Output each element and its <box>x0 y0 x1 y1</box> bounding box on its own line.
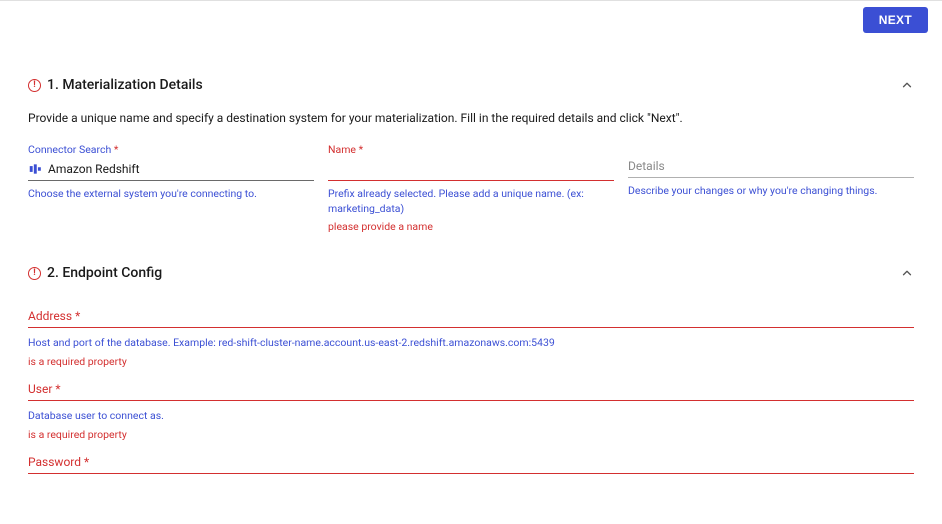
content-area: ! 1. Materialization Details Provide a u… <box>0 77 942 494</box>
chevron-up-icon[interactable] <box>900 78 914 92</box>
name-text-input[interactable] <box>328 162 614 176</box>
chevron-up-icon[interactable] <box>900 266 914 280</box>
connector-search-input[interactable]: Amazon Redshift <box>28 160 314 181</box>
field-helper: Prefix already selected. Please add a un… <box>328 187 614 216</box>
field-error: is a required property <box>28 355 914 368</box>
details-field: Details Describe your changes or why you… <box>628 143 914 235</box>
user-field: User * Database user to connect as. is a… <box>28 382 914 441</box>
section-description: Provide a unique name and specify a dest… <box>28 111 914 125</box>
field-label: Password * <box>28 455 914 473</box>
alert-icon: ! <box>28 79 41 92</box>
field-label: Name * <box>328 143 614 156</box>
details-placeholder: Details <box>628 159 665 173</box>
connector-value: Amazon Redshift <box>48 162 140 176</box>
section-title-wrap: ! 1. Materialization Details <box>28 77 203 93</box>
amazon-redshift-icon <box>28 162 42 176</box>
field-error: please provide a name <box>328 220 614 235</box>
materialization-fields-row: Connector Search * Amazon Redshift Choos… <box>28 143 914 235</box>
topbar: NEXT <box>0 1 942 33</box>
field-label: User * <box>28 382 914 400</box>
field-helper: Choose the external system you're connec… <box>28 187 314 202</box>
section-header-endpoint[interactable]: ! 2. Endpoint Config <box>28 265 914 281</box>
next-button[interactable]: NEXT <box>863 7 928 33</box>
field-label: Address * <box>28 309 914 327</box>
name-field: Name * Prefix already selected. Please a… <box>328 143 614 235</box>
connector-search-field: Connector Search * Amazon Redshift Choos… <box>28 143 314 235</box>
name-input[interactable] <box>328 160 614 181</box>
password-input[interactable] <box>28 473 914 474</box>
section-title-wrap: ! 2. Endpoint Config <box>28 265 162 281</box>
user-input[interactable] <box>28 400 914 401</box>
section-title: 1. Materialization Details <box>47 77 203 93</box>
alert-icon: ! <box>28 267 41 280</box>
section-title: 2. Endpoint Config <box>47 265 162 281</box>
field-error: is a required property <box>28 428 914 441</box>
field-helper: Host and port of the database. Example: … <box>28 336 914 349</box>
field-label: Connector Search * <box>28 143 314 156</box>
address-input[interactable] <box>28 327 914 328</box>
details-input[interactable]: Details <box>628 157 914 178</box>
address-field: Address * Host and port of the database.… <box>28 309 914 368</box>
section-header-materialization[interactable]: ! 1. Materialization Details <box>28 77 914 93</box>
password-field: Password * <box>28 455 914 474</box>
field-helper: Describe your changes or why you're chan… <box>628 184 914 199</box>
field-helper: Database user to connect as. <box>28 409 914 422</box>
